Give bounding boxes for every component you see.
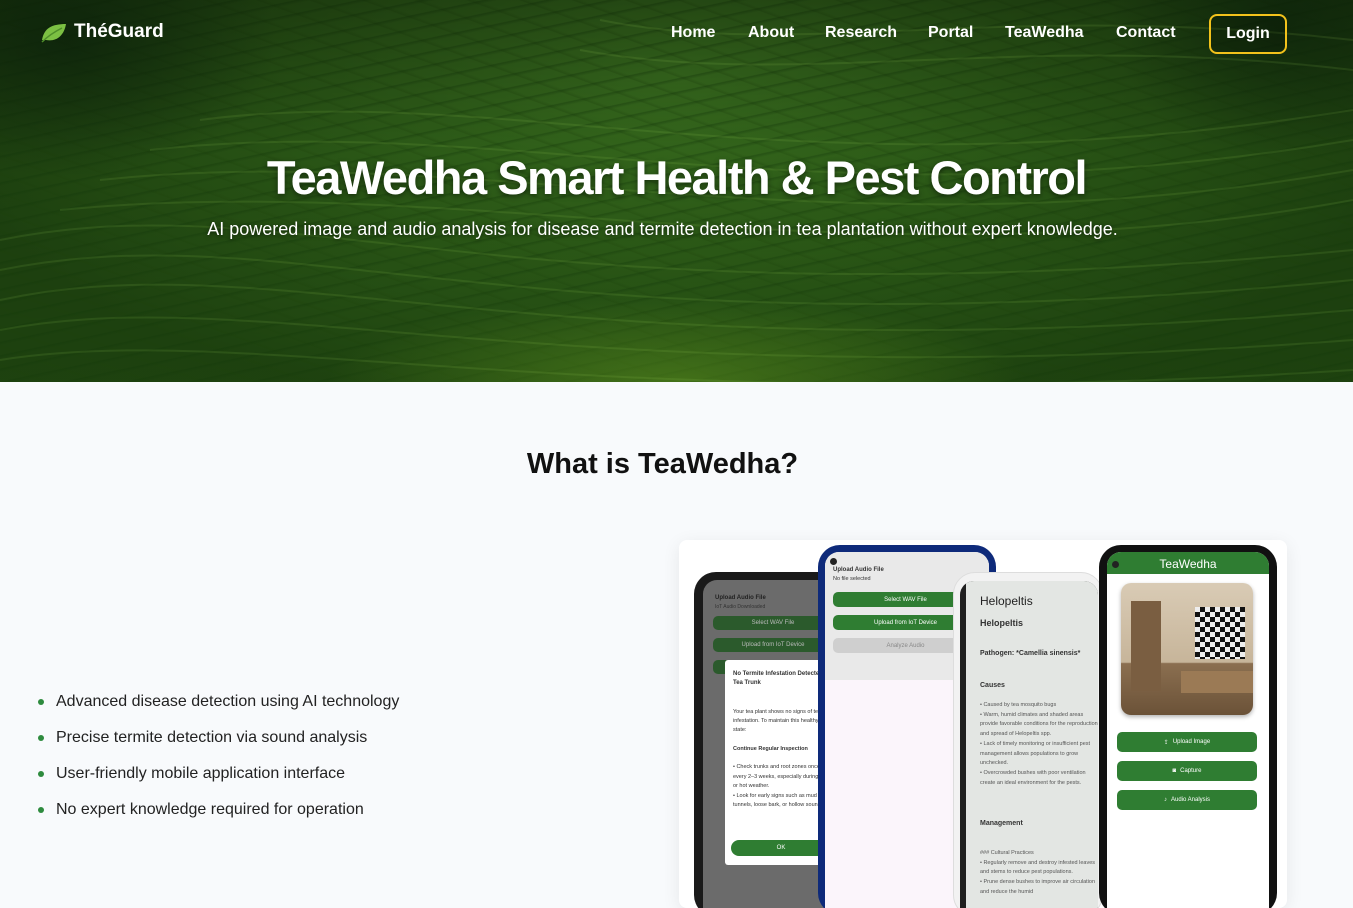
list-item: No expert knowledge required for operati… [38,792,399,828]
list-item: Advanced disease detection using AI tech… [38,684,399,720]
phone1-select-button[interactable]: Select WAV File [713,616,833,630]
bullet-icon [38,735,44,741]
list-item: User-friendly mobile application interfa… [38,756,399,792]
nav-about[interactable]: About [748,24,794,42]
upload-image-button[interactable]: ⇪ Upload Image [1117,732,1257,752]
section-title: What is TeaWedha? [526,448,799,480]
nav-teawedha[interactable]: TeaWedha [1005,24,1084,42]
phone1-sub: IoT Audio Downloaded [715,604,766,610]
hero-title: TeaWedha Smart Health & Pest Control [266,151,1088,204]
phone3-pathogen: Pathogen: *Camellia sinensis* [980,650,1081,657]
bullet-icon [38,771,44,777]
phone3-causes-heading: Causes [980,682,1005,689]
phone-mockup-disease-info: Helopeltis Helopeltis Pathogen: *Camelli… [953,572,1103,908]
phone3-causes: • Caused by tea mosquito bugs • Warm, hu… [980,702,1098,786]
camera-icon: ◙ [1172,768,1177,774]
nav-home[interactable]: Home [671,24,715,42]
phone-mockup-main-app: TeaWedha ⇪ Upload Image ◙ Capture ♪ Audio A… [1099,545,1277,908]
app-bar-title: TeaWedha [1159,557,1217,571]
nav-portal[interactable]: Portal [928,24,973,42]
login-button[interactable]: Login [1209,14,1287,54]
hero-subtitle: AI powered image and audio analysis for … [207,219,1118,239]
list-item: Precise termite detection via sound anal… [38,720,399,756]
bullet-icon [38,807,44,813]
feature-list: Advanced disease detection using AI tech… [38,684,399,828]
top-navbar: ThéGuard Home About Research Portal TeaW… [0,0,1353,68]
camera-dot-icon [830,558,837,565]
app-screenshots: Upload Audio File IoT Audio Downloaded S… [679,540,1287,908]
nav-research[interactable]: Research [825,24,897,42]
phone3-title: Helopeltis [980,594,1033,608]
phone3-heading: Helopeltis [980,618,1024,628]
dialog-ok-button[interactable]: OK [731,840,831,856]
phone3-management-heading: Management [980,820,1023,827]
phone3-management: ### Cultural Practices • Regularly remov… [980,850,1096,895]
hero-banner: ThéGuard Home About Research Portal TeaW… [0,0,1353,382]
phone1-iot-button[interactable]: Upload from IoT Device [713,638,833,652]
nav-menu: Home About Research Portal TeaWedha Cont… [0,24,1353,48]
microphone-icon: ♪ [1163,797,1167,803]
audio-analysis-button[interactable]: ♪ Audio Analysis [1117,790,1257,810]
capture-button[interactable]: ◙ Capture [1117,761,1257,781]
preview-image [1121,583,1253,715]
phone2-sub: No file selected [833,576,871,582]
upload-icon: ⇪ [1163,739,1169,746]
bullet-icon [38,699,44,705]
nav-contact[interactable]: Contact [1116,24,1176,42]
